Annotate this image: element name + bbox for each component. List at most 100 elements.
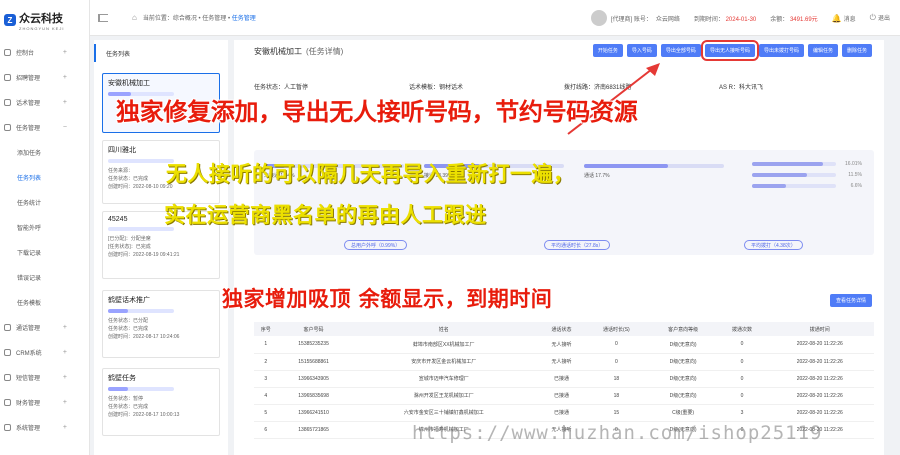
table-cell: 4: [254, 387, 278, 405]
nav-label: 控制台: [16, 51, 35, 57]
expand-icon: +: [62, 99, 67, 106]
logout-icon: ⏻: [869, 13, 876, 22]
table-cell: 18: [585, 387, 648, 405]
col-header: 姓名: [349, 322, 538, 336]
task-icon: [4, 124, 11, 131]
nav-finance[interactable]: 财务管理 +: [0, 390, 89, 415]
crm-icon: [4, 349, 11, 356]
col-header: 客户意向等级: [647, 322, 719, 336]
edit-task-button[interactable]: 编辑任务: [807, 44, 838, 57]
nav-crm[interactable]: CRM系统 +: [0, 340, 89, 365]
table-cell: 6: [254, 421, 278, 439]
nav-sub-task-stats[interactable]: 任务统计: [0, 190, 89, 215]
message-button[interactable]: 🔔 消息: [832, 14, 856, 23]
nav-dashboard[interactable]: 控制台 +: [0, 40, 89, 65]
total-outbound-pill: 总用户外呼（0.99%）: [344, 240, 408, 250]
col-header: 拨通时间: [765, 322, 874, 336]
nav-system[interactable]: 系统管理 +: [0, 415, 89, 440]
table-cell: D级(无意向): [647, 370, 719, 388]
task-progress-bar: [108, 387, 174, 391]
table-cell: 15: [585, 404, 648, 422]
dashboard-icon: [4, 49, 11, 56]
nav-task[interactable]: 任务管理 −: [0, 115, 89, 140]
table-cell: 0: [718, 336, 766, 354]
table-cell: 1: [254, 336, 278, 354]
expand-icon: +: [62, 424, 67, 431]
task-card-title: 鹤壁任务: [108, 375, 136, 382]
logo: Z 众云科技 ZHONGYUN KEJI: [0, 0, 89, 40]
nav-sub-add-task[interactable]: 添加任务: [0, 140, 89, 165]
logout-label: 退出: [877, 16, 890, 22]
nav-sub-errors[interactable]: 错误记录: [0, 265, 89, 290]
logout-button[interactable]: ⏻ 退出: [870, 13, 890, 23]
table-row[interactable]: 4 13965835698 滁州开发区王龙机械加工厂 已接通 18 D级(无意向) 0 202…: [254, 387, 874, 405]
table-row[interactable]: 1 15385235235 蚌埠市南部区XX机械加工厂 无人接听 0 D级(无意向) 0 20…: [254, 336, 874, 354]
table-cell: 13966343905: [277, 370, 350, 388]
sms-icon: [4, 374, 11, 381]
menu-collapse-icon[interactable]: [98, 13, 108, 22]
nav-label: 招聘管理: [16, 76, 41, 82]
table-cell: 六安市金安区三十铺镇钉鑫机械加工: [349, 404, 538, 422]
stat-value: 17.7%: [595, 173, 610, 179]
asr-engine: AS R：科大讯飞: [719, 85, 764, 91]
table-cell: D级(无意向): [647, 387, 719, 405]
system-icon: [4, 424, 11, 431]
start-task-button[interactable]: 开始任务: [592, 44, 623, 57]
table-cell: 13965835698: [277, 387, 350, 405]
task-title: 安徽机械加工: [254, 47, 302, 56]
rate-value: 11.5%: [848, 171, 862, 178]
nav-calls[interactable]: 通话管理 +: [0, 315, 89, 340]
task-card-title: 鹤壁话术推广: [108, 297, 150, 304]
table-cell: 宣城市迈申汽车修理厂: [349, 370, 538, 388]
expand-icon: +: [62, 49, 67, 56]
rate-value: 6.6%: [850, 182, 862, 189]
task-card-line: 创建时间：2022-08-19 09:41:21: [108, 252, 180, 258]
logo-subtitle: ZHONGYUN KEJI: [19, 25, 65, 31]
task-card[interactable]: 鹤壁话术推广 任务状态：已分配 任务状态：已完成 创建时间：2022-08-17…: [102, 290, 220, 358]
export-all-button[interactable]: 导出全部号码: [660, 44, 701, 57]
delete-task-button[interactable]: 删除任务: [841, 44, 872, 57]
breadcrumb-path[interactable]: 综合概况 • 任务管理 •: [173, 16, 232, 22]
table-cell: 蚌埠市南部区XX机械加工厂: [349, 336, 538, 354]
expand-icon: +: [62, 324, 67, 331]
table-row[interactable]: 5 13966241510 六安市金安区三十铺镇钉鑫机械加工 已接通 15 C级(重要) 3…: [254, 404, 874, 422]
overlay-headline: 独家修复添加，导出无人接听号码，节约号码资源: [116, 98, 638, 126]
message-label: 消息: [843, 16, 856, 23]
task-progress-bar: [108, 159, 174, 163]
view-detail-button[interactable]: 查看任务详情: [829, 294, 872, 307]
table-cell: 安庆市开发区金云机械加工厂: [349, 353, 538, 371]
table-row[interactable]: 2 15155688861 安庆市开发区金云机械加工厂 无人接听 0 D级(无意向) 0 20…: [254, 353, 874, 371]
col-header: 通话时长(S): [585, 322, 648, 336]
nav-label: 财务管理: [16, 401, 41, 407]
breadcrumb-current: 任务管理: [231, 16, 256, 22]
avatar[interactable]: [590, 10, 607, 26]
rate-value: 16.01%: [845, 160, 862, 167]
table-cell: 18: [585, 370, 648, 388]
nav-sub-smart-call[interactable]: 智能外呼: [0, 215, 89, 240]
table-cell: 2022-08-20 11:22:26: [765, 370, 874, 388]
nav-recruit[interactable]: 招聘管理 +: [0, 65, 89, 90]
nav-sms[interactable]: 短信管理 +: [0, 365, 89, 390]
export-unanswered-button[interactable]: 导出无人接听号码: [700, 40, 759, 61]
nav-sub-task-list[interactable]: 任务列表: [0, 165, 89, 190]
balance-label: 余额：: [770, 16, 789, 23]
task-card[interactable]: 鹤壁任务 任务状态：暂停 任务状态：已完成 创建时间：2022-08-17 10…: [102, 368, 220, 436]
export-undialed-button[interactable]: 导出未拨打号码: [758, 44, 804, 57]
table-cell: 已接通: [537, 370, 585, 388]
nav-sub-download[interactable]: 下载记录: [0, 240, 89, 265]
home-icon[interactable]: ⌂: [132, 13, 137, 22]
task-card-line: 任务状态：已分配: [108, 318, 149, 324]
table-cell: 0: [718, 370, 766, 388]
avg-duration-pill: 平均通话时长（27.8s）: [544, 240, 611, 250]
sidebar: Z 众云科技 ZHONGYUN KEJI 控制台 + 招聘管理 + 话术管理 + 任务…: [0, 0, 90, 455]
nav-sub-templates[interactable]: 任务模板: [0, 290, 89, 315]
table-cell: 2022-08-20 11:22:26: [765, 353, 874, 371]
table-row[interactable]: 3 13966343905 宣城市迈申汽车修理厂 已接通 18 D级(无意向) 0 2022-…: [254, 370, 874, 388]
collapse-icon: −: [62, 124, 67, 131]
action-toolbar: 开始任务 导入号码 导出全部号码 导出无人接听号码 导出未拨打号码 编辑任务 删…: [592, 40, 872, 61]
nav-script[interactable]: 话术管理 +: [0, 90, 89, 115]
topbar: ⌂ 当前位置：综合概况 • 任务管理 • 任务管理 [代理商] 账号： 众云网络…: [90, 0, 900, 36]
task-card-line: 创建时间：2022-08-17 10:24:06: [108, 334, 180, 340]
import-numbers-button[interactable]: 导入号码: [626, 44, 657, 57]
expand-icon: +: [62, 349, 67, 356]
